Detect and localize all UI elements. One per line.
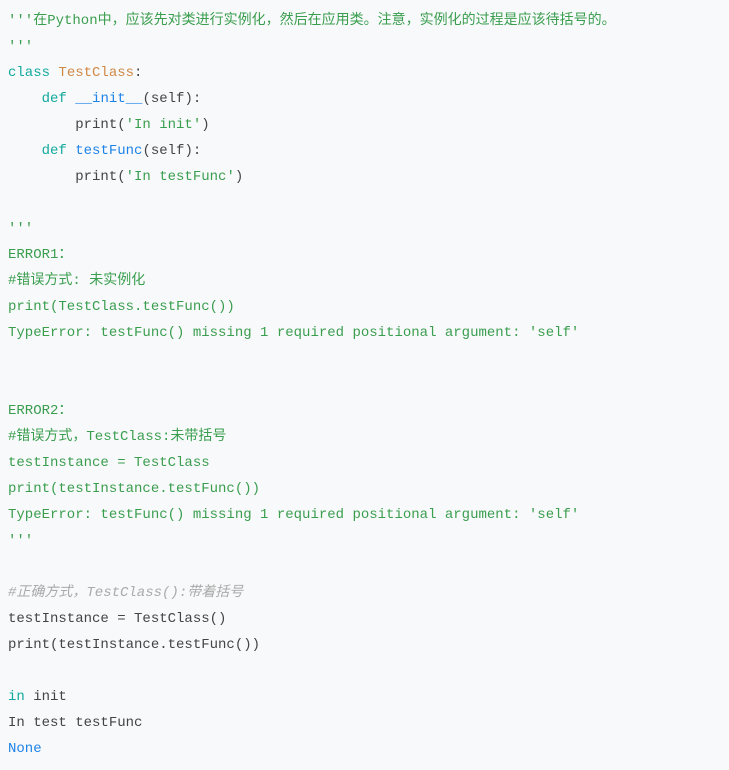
- code-line: print(testInstance.testFunc()): [8, 637, 260, 653]
- code-line: print(testInstance.testFunc()): [8, 481, 260, 497]
- keyword-class: class: [8, 65, 50, 81]
- code-line: print(TestClass.testFunc()): [8, 299, 235, 315]
- error-label: ERROR2：: [8, 403, 72, 419]
- error-message: TypeError: testFunc() missing 1 required…: [8, 507, 579, 523]
- docstring-start: '''在Python中，应该先对类进行实例化，然后在应用类。注意，实例化的过程是…: [8, 13, 616, 29]
- docstring-start: ''': [8, 221, 33, 237]
- method-name: testFunc: [75, 143, 142, 159]
- keyword-def: def: [42, 91, 67, 107]
- keyword-in: in: [8, 689, 25, 705]
- class-name: TestClass: [58, 65, 134, 81]
- code-line: testInstance = TestClass(): [8, 611, 226, 627]
- keyword-def: def: [42, 143, 67, 159]
- output-line: In test testFunc: [8, 715, 142, 731]
- docstring-end: ''': [8, 533, 33, 549]
- error-label: ERROR1：: [8, 247, 72, 263]
- docstring-end: ''': [8, 39, 33, 55]
- string-literal: 'In init': [126, 117, 202, 133]
- code-block: '''在Python中，应该先对类进行实例化，然后在应用类。注意，实例化的过程是…: [8, 8, 721, 762]
- comment-correct: #正确方式，TestClass():带着括号: [8, 585, 243, 601]
- output-none: None: [8, 741, 42, 757]
- string-literal: 'In testFunc': [126, 169, 235, 185]
- code-line: testInstance = TestClass: [8, 455, 210, 471]
- error-message: TypeError: testFunc() missing 1 required…: [8, 325, 579, 341]
- comment: #错误方式，TestClass:未带括号: [8, 429, 226, 445]
- method-name: __init__: [75, 91, 142, 107]
- comment: #错误方式: 未实例化: [8, 273, 145, 289]
